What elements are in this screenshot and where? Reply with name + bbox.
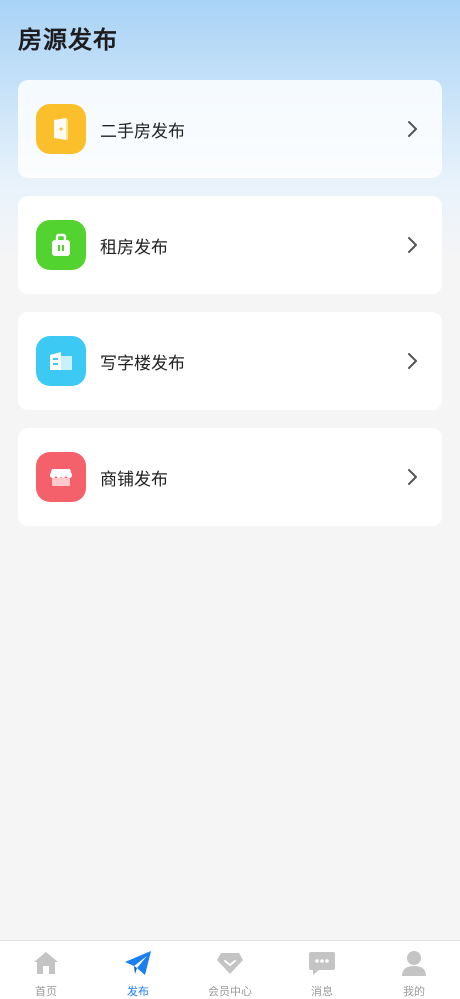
user-icon <box>399 948 429 978</box>
bottom-tabbar: 首页 发布 会员中心 消息 我的 <box>0 940 460 999</box>
chevron-right-icon <box>402 118 424 140</box>
shop-icon <box>36 452 86 502</box>
chevron-right-icon <box>402 234 424 256</box>
tab-mine[interactable]: 我的 <box>368 941 460 999</box>
page-title: 房源发布 <box>18 27 118 54</box>
tab-home[interactable]: 首页 <box>0 941 92 999</box>
tab-label: 首页 <box>35 986 57 998</box>
publish-menu-list: 二手房发布 租房发布 写字楼发布 商铺发布 <box>18 80 442 544</box>
tab-label: 我的 <box>403 986 425 998</box>
paper-plane-icon <box>123 948 153 978</box>
menu-item-label: 商铺发布 <box>100 469 168 489</box>
menu-item-shop[interactable]: 商铺发布 <box>18 428 442 526</box>
tab-messages[interactable]: 消息 <box>276 941 368 999</box>
menu-item-label: 写字楼发布 <box>100 353 185 373</box>
diamond-icon <box>215 948 245 978</box>
door-icon <box>36 104 86 154</box>
tab-label: 发布 <box>127 986 149 998</box>
home-icon <box>31 948 61 978</box>
menu-item-office[interactable]: 写字楼发布 <box>18 312 442 410</box>
menu-item-secondhand[interactable]: 二手房发布 <box>18 80 442 178</box>
tab-label: 会员中心 <box>208 986 252 998</box>
tab-member-center[interactable]: 会员中心 <box>184 941 276 999</box>
chevron-right-icon <box>402 350 424 372</box>
tab-publish[interactable]: 发布 <box>92 941 184 999</box>
menu-item-label: 租房发布 <box>100 237 168 257</box>
building-icon <box>36 336 86 386</box>
menu-item-label: 二手房发布 <box>100 121 185 141</box>
tab-label: 消息 <box>311 986 333 998</box>
menu-item-rent[interactable]: 租房发布 <box>18 196 442 294</box>
message-icon <box>307 948 337 978</box>
bag-icon <box>36 220 86 270</box>
chevron-right-icon <box>402 466 424 488</box>
